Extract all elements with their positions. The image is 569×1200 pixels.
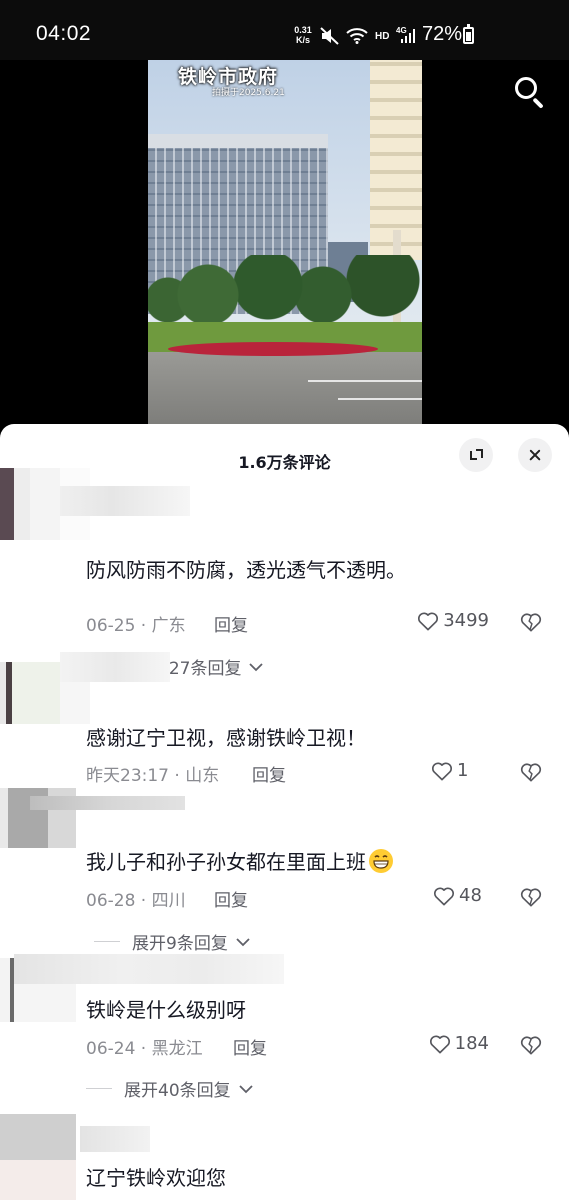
video-flowerbed [168, 342, 378, 356]
close-panel-button[interactable] [518, 438, 552, 472]
comment-text: 我儿子和孙子孙女都在里面上班 [86, 846, 394, 875]
signal-label: 4G [396, 26, 407, 35]
hd-indicator: HD [375, 31, 390, 42]
heart-icon [433, 887, 455, 905]
username-blurred[interactable] [30, 796, 185, 810]
net-speed-value: 0.31 [294, 25, 312, 35]
battery-icon [463, 24, 474, 44]
chevron-down-icon [239, 1084, 253, 1093]
like-count: 184 [454, 1033, 489, 1054]
like-button[interactable]: 184 [429, 1033, 489, 1054]
expand-divider [94, 941, 120, 942]
username-blurred[interactable] [14, 954, 284, 984]
expand-panel-button[interactable] [459, 438, 493, 472]
net-speed: 0.31 K/s [291, 25, 315, 45]
chevron-down-icon [236, 937, 250, 946]
like-count: 48 [459, 885, 482, 906]
like-button[interactable]: 3499 [417, 610, 489, 631]
expand-icon-part [470, 451, 472, 460]
net-speed-unit: K/s [295, 35, 310, 45]
username-blurred[interactable] [60, 652, 170, 682]
comment-meta: 06-25 · 广东 [86, 616, 186, 636]
wifi-icon [346, 28, 368, 44]
comment-text: 铁岭是什么级别呀 [86, 998, 246, 1022]
heart-icon [418, 612, 439, 630]
comment-item: 感谢辽宁卫视，感谢铁岭卫视！ 昨天23:17 · 山东 回复 1 [0, 652, 569, 786]
comment-item: 防风防雨不防腐，透光透气不透明。 06-25 · 广东 回复 3499 展开12… [0, 468, 569, 679]
comment-text: 辽宁铁岭欢迎您 [86, 1166, 226, 1190]
video-player[interactable]: 铁岭市政府 拍摄于2025.6.21 [0, 60, 569, 430]
status-time: 04:02 [36, 22, 92, 45]
comment-item: 辽宁铁岭欢迎您 [0, 1110, 569, 1200]
avatar[interactable] [0, 1114, 76, 1200]
username-blurred[interactable] [80, 1126, 150, 1152]
video-frame[interactable]: 铁岭市政府 拍摄于2025.6.21 [148, 60, 422, 426]
dislike-icon[interactable] [520, 1034, 542, 1056]
comment-panel: 1.6万条评论 防风防雨不防腐，透光透气不透明。 06-25 · 广东 回复 3… [0, 424, 569, 1200]
dislike-icon[interactable] [520, 611, 542, 633]
dislike-icon[interactable] [520, 886, 542, 908]
expand-replies[interactable]: 展开40条回复 [86, 1076, 253, 1101]
expand-divider [86, 1088, 112, 1089]
video-road-line [308, 380, 422, 382]
reply-button[interactable]: 回复 [233, 1034, 267, 1059]
username-blurred[interactable] [60, 486, 190, 516]
expand-replies-label: 展开40条回复 [124, 1081, 231, 1101]
status-bar: 04:02 0.31 K/s HD 4G 72% [0, 0, 569, 60]
grinning-emoji-icon [369, 849, 393, 873]
comment-meta: 06-24 · 黑龙江 [86, 1039, 203, 1059]
video-road [148, 352, 422, 426]
mute-icon [320, 27, 339, 45]
video-overlay-date: 拍摄于2025.6.21 [212, 88, 285, 98]
reply-button[interactable]: 回复 [214, 886, 248, 911]
comment-text: 感谢辽宁卫视，感谢铁岭卫视！ [86, 726, 366, 750]
heart-icon [429, 1035, 450, 1053]
comment-item: 铁岭是什么级别呀 06-24 · 黑龙江 回复 184 展开40条回复 [0, 952, 569, 1102]
comment-meta: 06-28 · 四川 [86, 891, 186, 911]
battery-percent: 72% [422, 23, 463, 45]
search-icon[interactable] [511, 73, 547, 109]
like-count: 3499 [443, 610, 489, 631]
expand-replies-label: 展开9条回复 [132, 934, 228, 954]
comment-item: 我儿子和孙子孙女都在里面上班 06-28 · 四川 回复 48 展开9条回复 [0, 774, 569, 954]
comment-text-content: 我儿子和孙子孙女都在里面上班 [86, 850, 366, 874]
signal-4g-icon: 4G [396, 26, 416, 46]
comment-text: 防风防雨不防腐，透光透气不透明。 [86, 558, 406, 582]
reply-button[interactable]: 回复 [214, 611, 248, 636]
expand-replies[interactable]: 展开9条回复 [94, 929, 250, 954]
video-road-line [338, 398, 422, 400]
expand-icon-part [481, 449, 483, 458]
like-button[interactable]: 48 [433, 885, 489, 906]
